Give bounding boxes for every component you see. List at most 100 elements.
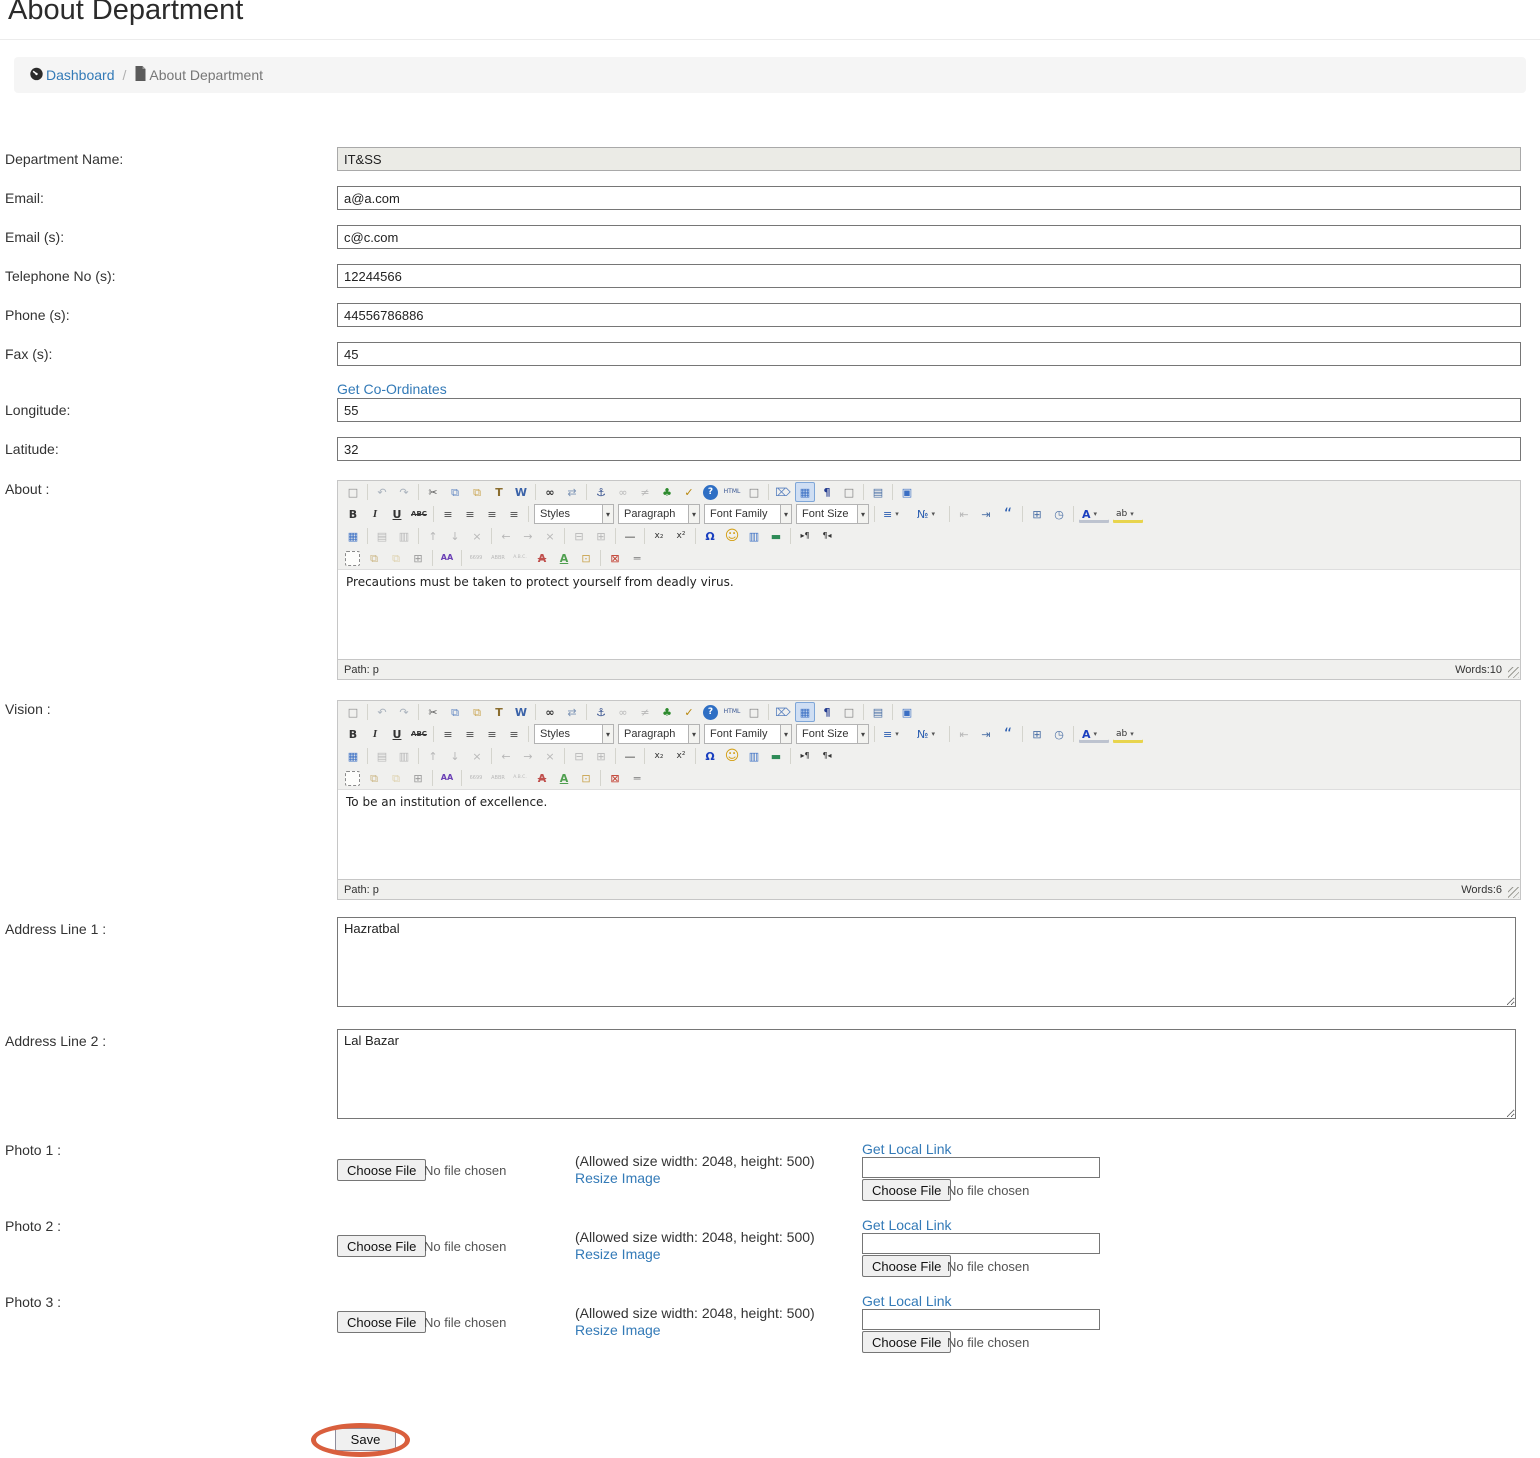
preview-page-icon[interactable]: □: [839, 482, 859, 502]
align-right-icon[interactable]: ≡: [482, 504, 502, 524]
page-break-icon[interactable]: ═: [627, 768, 647, 788]
styles-select[interactable]: Styles▾: [534, 724, 614, 744]
photo-3-get-local-link[interactable]: Get Local Link: [862, 1293, 952, 1309]
strikethrough-icon[interactable]: ABC: [409, 724, 429, 744]
find-replace-icon[interactable]: ⇄: [562, 702, 582, 722]
emoticons-icon[interactable]: ☺: [722, 746, 742, 766]
paste-icon[interactable]: ⧉: [467, 482, 487, 502]
emoticons-icon[interactable]: ☺: [722, 526, 742, 546]
copy-icon[interactable]: ⧉: [445, 482, 465, 502]
superscript-icon[interactable]: x²: [671, 746, 691, 766]
phone-input[interactable]: [337, 303, 1521, 327]
longitude-input[interactable]: [337, 398, 1521, 422]
preview-page-icon[interactable]: □: [839, 702, 859, 722]
italic-icon[interactable]: I: [365, 504, 385, 524]
style-properties-icon[interactable]: AA: [437, 548, 457, 568]
paste-as-text-icon[interactable]: T: [489, 702, 509, 722]
print-icon[interactable]: ▤: [868, 482, 888, 502]
emails-input[interactable]: [337, 225, 1521, 249]
find-icon[interactable]: ∞: [540, 482, 560, 502]
align-center-icon[interactable]: ≡: [460, 504, 480, 524]
address-line-2-textarea[interactable]: [337, 1029, 1516, 1119]
photo-1-local-link-input[interactable]: [862, 1157, 1100, 1178]
preview-icon[interactable]: □: [744, 482, 764, 502]
toggle-guidelines-icon[interactable]: [345, 551, 360, 566]
insert-table-icon[interactable]: ▦: [343, 526, 363, 546]
font-family-select[interactable]: Font Family▾: [704, 504, 792, 524]
toggle-guidelines-icon[interactable]: [345, 771, 360, 786]
insert-layer-icon[interactable]: ⊞: [408, 548, 428, 568]
photo-1-choose-file-button[interactable]: Choose File: [337, 1159, 426, 1181]
photo-2-get-local-link[interactable]: Get Local Link: [862, 1217, 952, 1233]
insert-attributes-icon[interactable]: ⊡: [576, 768, 596, 788]
cleanup-code-icon[interactable]: ✓: [679, 482, 699, 502]
remove-formatting-icon[interactable]: ⌦: [773, 702, 793, 722]
align-right-icon[interactable]: ≡: [482, 724, 502, 744]
save-button[interactable]: Save: [335, 1428, 396, 1451]
align-left-icon[interactable]: ≡: [438, 504, 458, 524]
telephone-input[interactable]: [337, 264, 1521, 288]
email-input[interactable]: [337, 186, 1521, 210]
background-color-icon[interactable]: ab▾: [1112, 504, 1144, 524]
advanced-hr-icon[interactable]: ▬: [766, 746, 786, 766]
anchor-icon[interactable]: ⚓: [591, 702, 611, 722]
strikethrough-icon[interactable]: ABC: [409, 504, 429, 524]
photo-2-local-choose-file-button[interactable]: Choose File: [862, 1255, 951, 1277]
background-color-icon[interactable]: ab▾: [1112, 724, 1144, 744]
insert-image-icon[interactable]: ♣: [657, 702, 677, 722]
latitude-input[interactable]: [337, 437, 1521, 461]
bold-icon[interactable]: B: [343, 504, 363, 524]
move-backward-icon[interactable]: ⧉: [386, 548, 406, 568]
breadcrumb-dashboard-link[interactable]: Dashboard: [29, 66, 115, 84]
rtl-icon[interactable]: ¶◂: [817, 746, 837, 766]
address-line-1-textarea[interactable]: [337, 917, 1516, 1007]
blockquote-icon[interactable]: “: [998, 724, 1018, 744]
paste-from-word-icon[interactable]: W: [511, 482, 531, 502]
deletion-icon[interactable]: A: [532, 768, 552, 788]
font-size-select[interactable]: Font Size▾: [796, 724, 869, 744]
print-icon[interactable]: ▤: [868, 702, 888, 722]
vision-editor-content[interactable]: To be an institution of excellence.: [338, 789, 1520, 879]
get-coordinates-link[interactable]: Get Co-Ordinates: [337, 381, 447, 397]
font-family-select[interactable]: Font Family▾: [704, 724, 792, 744]
resize-grip-icon[interactable]: [1508, 887, 1519, 898]
move-forward-icon[interactable]: ⧉: [364, 548, 384, 568]
insert-time-icon[interactable]: ◷: [1049, 724, 1069, 744]
insert-date-icon[interactable]: ⊞: [1027, 724, 1047, 744]
photo-3-choose-file-button[interactable]: Choose File: [337, 1311, 426, 1333]
copy-icon[interactable]: ⧉: [445, 702, 465, 722]
numbered-list-icon[interactable]: №▾: [913, 724, 945, 744]
align-justify-icon[interactable]: ≡: [504, 724, 524, 744]
ltr-icon[interactable]: ▸¶: [795, 526, 815, 546]
page-break-icon[interactable]: ═: [627, 548, 647, 568]
visual-characters-icon[interactable]: ⊠: [605, 548, 625, 568]
font-size-select[interactable]: Font Size▾: [796, 504, 869, 524]
subscript-icon[interactable]: x₂: [649, 526, 669, 546]
deletion-icon[interactable]: A: [532, 548, 552, 568]
cut-icon[interactable]: ✂: [423, 702, 443, 722]
find-icon[interactable]: ∞: [540, 702, 560, 722]
cut-icon[interactable]: ✂: [423, 482, 443, 502]
indent-icon[interactable]: ⇥: [976, 504, 996, 524]
paste-as-text-icon[interactable]: T: [489, 482, 509, 502]
move-forward-icon[interactable]: ⧉: [364, 768, 384, 788]
visual-aid-icon[interactable]: ▦: [795, 482, 815, 502]
paragraph-select[interactable]: Paragraph▾: [618, 724, 700, 744]
find-replace-icon[interactable]: ⇄: [562, 482, 582, 502]
fullscreen-icon[interactable]: ▣: [897, 482, 917, 502]
underline-icon[interactable]: U: [387, 724, 407, 744]
subscript-icon[interactable]: x₂: [649, 746, 669, 766]
insert-date-icon[interactable]: ⊞: [1027, 504, 1047, 524]
horizontal-rule-icon[interactable]: —: [620, 746, 640, 766]
photo-1-resize-image-link[interactable]: Resize Image: [575, 1170, 661, 1186]
insertion-icon[interactable]: A: [554, 768, 574, 788]
photo-3-local-choose-file-button[interactable]: Choose File: [862, 1331, 951, 1353]
advanced-hr-icon[interactable]: ▬: [766, 526, 786, 546]
html-source-icon[interactable]: HTML: [722, 482, 742, 502]
department-name-input[interactable]: [337, 147, 1521, 171]
photo-3-resize-image-link[interactable]: Resize Image: [575, 1322, 661, 1338]
paragraph-select[interactable]: Paragraph▾: [618, 504, 700, 524]
italic-icon[interactable]: I: [365, 724, 385, 744]
remove-formatting-icon[interactable]: ⌦: [773, 482, 793, 502]
fullscreen-icon[interactable]: ▣: [897, 702, 917, 722]
